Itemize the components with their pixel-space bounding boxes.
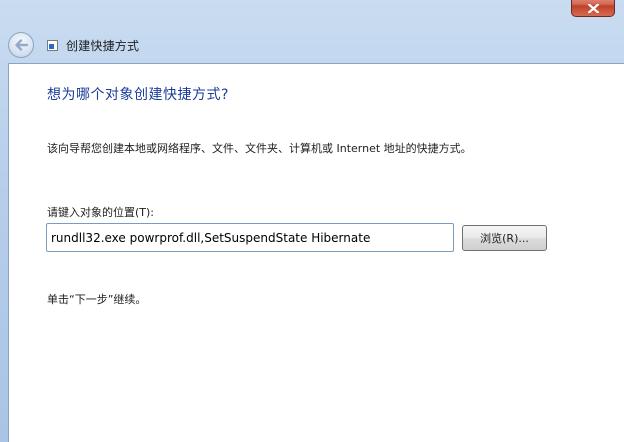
back-arrow-icon (15, 39, 28, 51)
wizard-content-panel: 想为哪个对象创建快捷方式? 该向导帮您创建本地或网络程序、文件、文件夹、计算机或… (8, 63, 624, 442)
close-icon (587, 4, 599, 13)
back-button[interactable] (8, 32, 34, 58)
location-input[interactable] (46, 223, 454, 252)
shortcut-icon (47, 39, 58, 51)
wizard-titlebar: 创建快捷方式 (8, 30, 624, 60)
browse-button[interactable]: 浏览(R)... (462, 225, 547, 251)
location-label: 请键入对象的位置(T): (47, 206, 155, 219)
next-hint: 单击“下一步”继续。 (47, 293, 147, 306)
create-shortcut-window: 创建快捷方式 想为哪个对象创建快捷方式? 该向导帮您创建本地或网络程序、文件、文… (0, 0, 624, 442)
close-button[interactable] (571, 0, 615, 17)
window-title: 创建快捷方式 (66, 38, 140, 53)
wizard-description: 该向导帮您创建本地或网络程序、文件、文件夹、计算机或 Internet 地址的快… (47, 142, 472, 155)
page-heading: 想为哪个对象创建快捷方式? (47, 87, 229, 103)
